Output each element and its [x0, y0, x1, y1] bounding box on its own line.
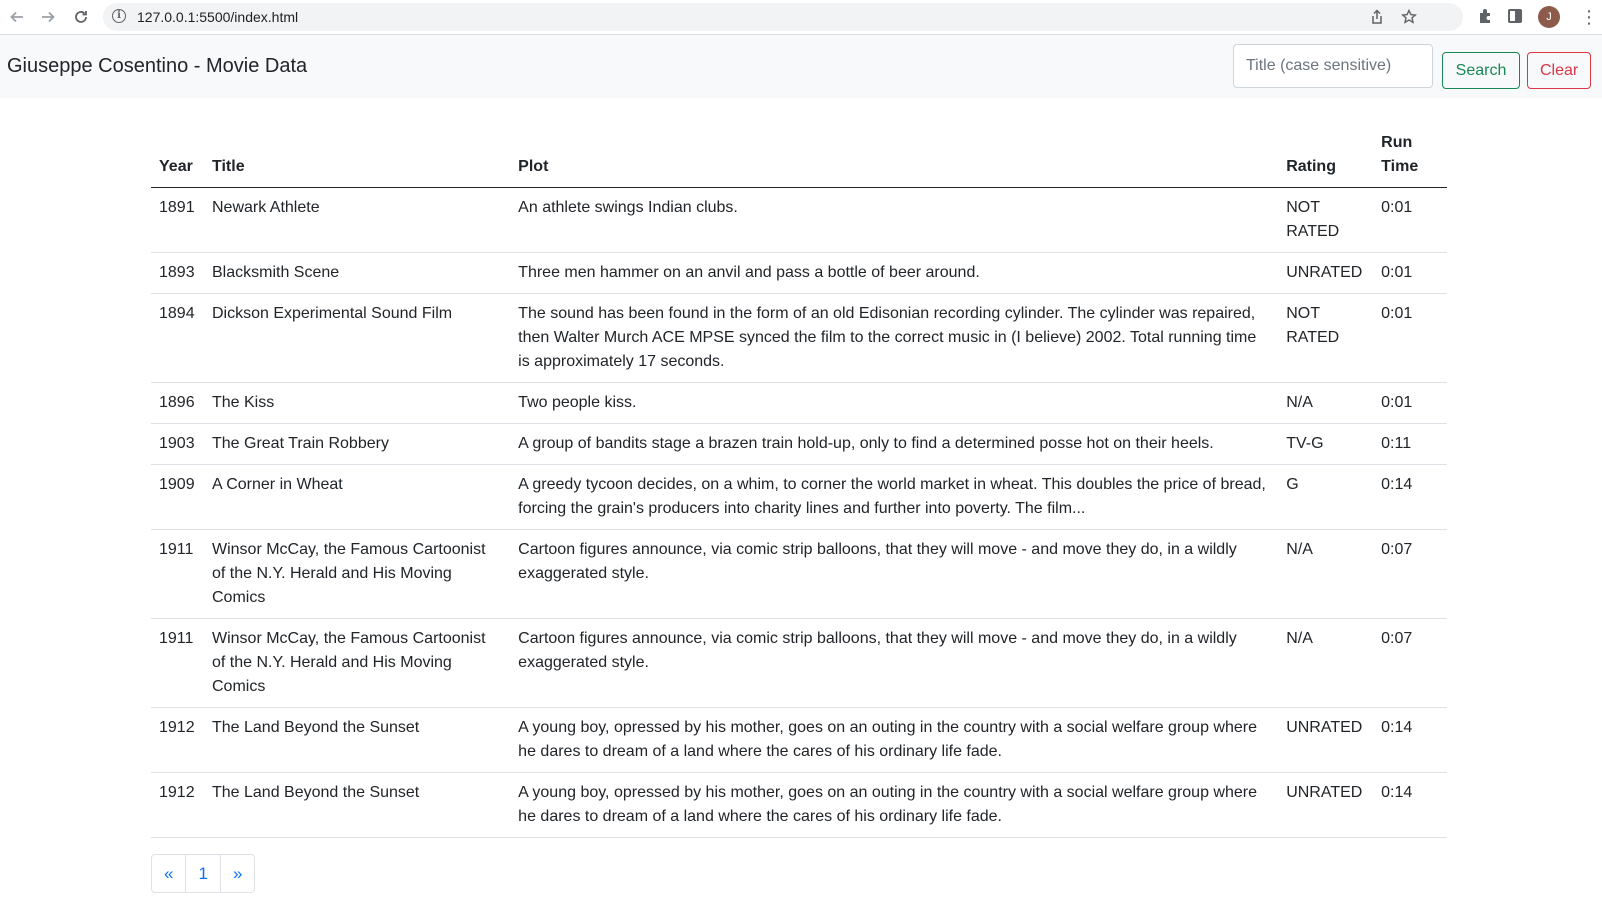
cell-runtime: 0:01: [1373, 252, 1447, 294]
side-panel-icon[interactable]: [1508, 9, 1522, 23]
cell-rating: N/A: [1278, 618, 1374, 708]
cell-runtime: 0:07: [1373, 618, 1447, 708]
cell-runtime: 0:14: [1373, 707, 1447, 773]
header-year: Year: [151, 127, 204, 188]
cell-year: 1903: [151, 423, 204, 465]
cell-rating: NOT RATED: [1278, 187, 1374, 253]
pagination: « 1 »: [151, 854, 256, 893]
kebab-menu-icon[interactable]: ⋮: [1580, 7, 1598, 27]
cell-rating: TV-G: [1278, 423, 1374, 465]
cell-plot: Cartoon figures announce, via comic stri…: [510, 529, 1279, 619]
cell-rating: NOT RATED: [1278, 293, 1374, 383]
share-icon[interactable]: [1368, 9, 1386, 27]
cell-rating: UNRATED: [1278, 707, 1374, 773]
table-row[interactable]: 1912 The Land Beyond the Sunset A young …: [151, 772, 1447, 838]
reload-icon[interactable]: [70, 6, 92, 28]
cell-runtime: 0:11: [1373, 423, 1447, 465]
cell-plot: Three men hammer on an anvil and pass a …: [510, 252, 1279, 294]
cell-rating: UNRATED: [1278, 772, 1374, 838]
cell-title: The Great Train Robbery: [203, 423, 511, 465]
page-title[interactable]: Giuseppe Cosentino - Movie Data: [7, 55, 307, 78]
cell-year: 1909: [151, 464, 204, 530]
address-bar[interactable]: i 127.0.0.1:5500/index.html: [103, 3, 1463, 31]
cell-year: 1894: [151, 293, 204, 383]
table-row[interactable]: 1911 Winsor McCay, the Famous Cartoonist…: [151, 618, 1447, 708]
header-runtime: Run Time: [1373, 127, 1447, 188]
star-icon[interactable]: [1400, 8, 1418, 27]
table-header-row: Year Title Plot Rating Run Time: [151, 127, 1447, 188]
cell-plot: A young boy, opressed by his mother, goe…: [510, 772, 1279, 838]
cell-year: 1912: [151, 772, 204, 838]
cell-year: 1891: [151, 187, 204, 253]
table-row[interactable]: 1896 The Kiss Two people kiss. N/A 0:01: [151, 382, 1447, 424]
cell-title: Blacksmith Scene: [203, 252, 511, 294]
table-row[interactable]: 1894 Dickson Experimental Sound Film The…: [151, 293, 1447, 383]
cell-runtime: 0:07: [1373, 529, 1447, 619]
cell-year: 1911: [151, 529, 204, 619]
table-row[interactable]: 1909 A Corner in Wheat A greedy tycoon d…: [151, 464, 1447, 530]
cell-rating: N/A: [1278, 382, 1374, 424]
movie-table: Year Title Plot Rating Run Time 1891 New…: [151, 127, 1447, 838]
header-title: Title: [203, 127, 511, 188]
cell-runtime: 0:01: [1373, 293, 1447, 383]
cell-year: 1896: [151, 382, 204, 424]
cell-title: The Kiss: [203, 382, 511, 424]
cell-title: Winsor McCay, the Famous Cartoonist of t…: [203, 529, 511, 619]
search-input[interactable]: [1233, 44, 1433, 88]
cell-plot: Two people kiss.: [510, 382, 1279, 424]
navbar: Giuseppe Cosentino - Movie Data Search C…: [0, 35, 1602, 98]
avatar[interactable]: J: [1538, 6, 1560, 28]
back-arrow-icon[interactable]: [6, 6, 28, 28]
table-row[interactable]: 1891 Newark Athlete An athlete swings In…: [151, 187, 1447, 253]
cell-title: Dickson Experimental Sound Film: [203, 293, 511, 383]
cell-plot: An athlete swings Indian clubs.: [510, 187, 1279, 253]
cell-title: The Land Beyond the Sunset: [203, 772, 511, 838]
cell-plot: Cartoon figures announce, via comic stri…: [510, 618, 1279, 708]
table-row[interactable]: 1903 The Great Train Robbery A group of …: [151, 423, 1447, 465]
cell-plot: A group of bandits stage a brazen train …: [510, 423, 1279, 465]
header-plot: Plot: [510, 127, 1279, 188]
page-link-1[interactable]: 1: [186, 855, 221, 892]
browser-toolbar: i 127.0.0.1:5500/index.html J ⋮: [0, 0, 1602, 35]
table-row[interactable]: 1911 Winsor McCay, the Famous Cartoonist…: [151, 529, 1447, 619]
cell-runtime: 0:01: [1373, 187, 1447, 253]
table-row[interactable]: 1893 Blacksmith Scene Three men hammer o…: [151, 252, 1447, 294]
cell-rating: G: [1278, 464, 1374, 530]
cell-runtime: 0:14: [1373, 464, 1447, 530]
cell-rating: UNRATED: [1278, 252, 1374, 294]
cell-title: Winsor McCay, the Famous Cartoonist of t…: [203, 618, 511, 708]
clear-button[interactable]: Clear: [1527, 52, 1591, 89]
header-rating: Rating: [1278, 127, 1374, 188]
previous-page-link[interactable]: «: [152, 855, 187, 892]
forward-arrow-icon[interactable]: [37, 6, 59, 28]
cell-year: 1893: [151, 252, 204, 294]
cell-plot: The sound has been found in the form of …: [510, 293, 1279, 383]
cell-rating: N/A: [1278, 529, 1374, 619]
cell-plot: A young boy, opressed by his mother, goe…: [510, 707, 1279, 773]
cell-title: A Corner in Wheat: [203, 464, 511, 530]
cell-title: Newark Athlete: [203, 187, 511, 253]
cell-runtime: 0:01: [1373, 382, 1447, 424]
next-page-link[interactable]: »: [221, 855, 254, 892]
table-row[interactable]: 1912 The Land Beyond the Sunset A young …: [151, 707, 1447, 773]
puzzle-icon[interactable]: [1477, 7, 1497, 27]
search-button[interactable]: Search: [1442, 52, 1520, 89]
cell-plot: A greedy tycoon decides, on a whim, to c…: [510, 464, 1279, 530]
cell-title: The Land Beyond the Sunset: [203, 707, 511, 773]
info-icon[interactable]: i: [112, 9, 126, 23]
cell-year: 1912: [151, 707, 204, 773]
cell-year: 1911: [151, 618, 204, 708]
cell-runtime: 0:14: [1373, 772, 1447, 838]
url-text[interactable]: 127.0.0.1:5500/index.html: [137, 9, 298, 25]
